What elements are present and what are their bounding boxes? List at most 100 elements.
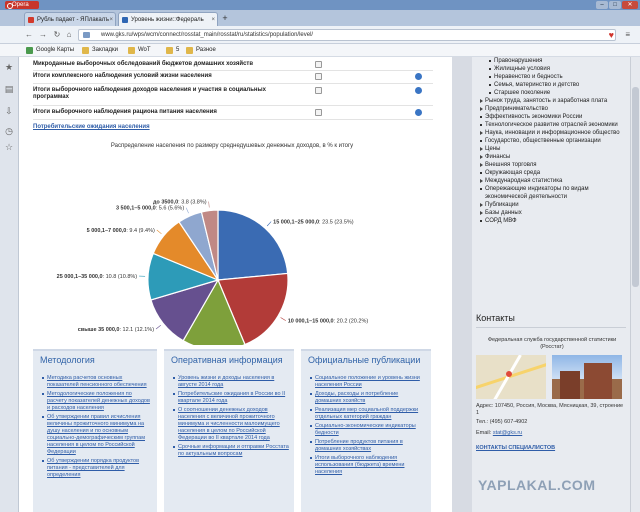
opera-menu-button[interactable]: Opera [5, 1, 39, 9]
publication-link[interactable]: Социально-экономические индикаторы бедно… [310, 423, 426, 437]
close-tab-icon[interactable]: × [211, 13, 215, 26]
menu-lines-icon[interactable]: ≡ [625, 30, 630, 40]
operational-link[interactable]: О соотношении денежных доходов населения… [173, 407, 289, 442]
downloads-icon[interactable]: ⇩ [3, 105, 15, 117]
methodology-link[interactable]: Методика расчетов основных показателей п… [42, 375, 152, 389]
publication-link[interactable]: Социальное положение и уровень жизни нас… [310, 375, 426, 389]
survey-item[interactable]: Итоги выборочного наблюдения доходов нас… [33, 87, 422, 101]
vertical-scrollbar[interactable] [630, 57, 640, 512]
panel-star-icon[interactable]: ☆ [3, 141, 15, 153]
browser-window: Opera – □ ✕ Рубль падает - ЯПлакалъ × Ур… [0, 0, 640, 512]
minimize-button[interactable]: – [596, 1, 608, 9]
bookmark-folder-wot[interactable]: WoT [128, 46, 151, 55]
nav-item[interactable]: Опережающие индикаторы по видам экономич… [478, 185, 626, 201]
publication-link[interactable]: Доходы, расходы и потребление домашних х… [310, 391, 426, 405]
nav-item[interactable]: Семья, материнство и детство [478, 81, 626, 89]
nav-item[interactable]: Жилищные условия [478, 65, 626, 73]
document-icon[interactable] [315, 73, 322, 80]
panel-title: Методология [40, 355, 95, 365]
survey-item[interactable]: Итоги комплексного наблюдения условий жи… [33, 73, 433, 80]
scrollbar-thumb[interactable] [632, 87, 639, 287]
nav-item[interactable]: СОРД МВФ [478, 217, 626, 225]
address-bar[interactable]: www.gks.ru/wps/wcm/connect/rosstat_main/… [78, 29, 616, 41]
specialists-contacts-link[interactable]: КОНТАКТЫ СПЕЦИАЛИСТОВ [476, 445, 555, 451]
tab-bar: Рубль падает - ЯПлакалъ × Уровень жизни:… [0, 10, 640, 26]
tab-label: Уровень жизни::Федераль [131, 17, 204, 23]
nav-item[interactable]: Предпринимательство [478, 105, 626, 113]
nav-item[interactable]: Правонарушения [478, 57, 626, 65]
organization-name: Федеральная служба государственной стати… [487, 337, 617, 350]
survey-item[interactable]: Микроданные выборочных обследований бюдж… [33, 61, 433, 68]
contacts-heading: Контакты [476, 313, 515, 323]
tab-yaplakal[interactable]: Рубль падает - ЯПлакалъ × [24, 12, 116, 26]
operational-link[interactable]: Потребительские ожидания в России во II … [173, 391, 289, 405]
bookmark-google-maps[interactable]: Google Карты [26, 46, 74, 55]
survey-item[interactable]: Итоги выборочного наблюдения рациона пит… [33, 109, 433, 116]
publication-link[interactable]: Реализация мер социальной поддержки отде… [310, 407, 426, 421]
slice-leader-line [208, 201, 210, 208]
info-icon[interactable] [415, 87, 422, 94]
info-icon[interactable] [415, 73, 422, 80]
site-info-icon[interactable] [83, 32, 90, 38]
bookmark-folder-misc[interactable]: Разное [186, 46, 216, 55]
nav-item[interactable]: Внешняя торговля [478, 161, 626, 169]
publication-link[interactable]: Итоги выборочного наблюдения использован… [310, 455, 426, 476]
bookmark-folder-bookmarks[interactable]: Закладки [82, 46, 118, 55]
publication-link[interactable]: Потребление продуктов питания в домашних… [310, 439, 426, 453]
nav-item[interactable]: Наука, инновации и информационное общест… [478, 129, 626, 137]
map-pin-icon [26, 47, 33, 54]
methodology-link[interactable]: Об утверждении правил исчисления величин… [42, 414, 152, 456]
nav-item[interactable]: Финансы [478, 153, 626, 161]
document-icon[interactable] [315, 109, 322, 116]
tab-label: Рубль падает - ЯПлакалъ [37, 17, 109, 23]
info-icon[interactable] [415, 109, 422, 116]
slice-label: свыше 35 000,0: 12.1 (12.1%) [78, 327, 154, 333]
folder-icon [128, 47, 135, 54]
home-icon[interactable]: ⌂ [64, 30, 74, 40]
email-link[interactable]: stat@gks.ru [493, 430, 522, 436]
tab-gks[interactable]: Уровень жизни::Федераль × [118, 12, 218, 26]
operational-link[interactable]: Уровень жизни и доходы населения в авгус… [173, 375, 289, 389]
divider [33, 70, 433, 71]
close-window-button[interactable]: ✕ [622, 1, 638, 9]
nav-item[interactable]: Неравенство и бедность [478, 73, 626, 81]
slice-leader-line [266, 221, 272, 227]
map-pin-icon [506, 371, 512, 377]
document-icon[interactable] [315, 61, 322, 68]
bookmark-folder-5[interactable]: 5 [166, 46, 179, 55]
nav-item[interactable]: Публикации [478, 201, 626, 209]
heart-icon[interactable]: ♥ [609, 30, 614, 40]
operational-link[interactable]: Срочные информации и отправки Росстата п… [173, 444, 289, 458]
reload-icon[interactable]: ↻ [52, 30, 62, 40]
methodology-link[interactable]: Об утверждении порядка продуктов питания… [42, 458, 152, 479]
back-arrow-icon[interactable]: ← [24, 30, 34, 40]
document-icon[interactable] [315, 87, 322, 94]
history-clock-icon[interactable]: ◷ [3, 125, 15, 137]
panel-operational-info: Оперативная информация Уровень жизни и д… [164, 349, 294, 512]
nav-item[interactable]: Технологическое развитие отраслей эконом… [478, 121, 626, 129]
nav-item[interactable]: Международная статистика [478, 177, 626, 185]
nav-item[interactable]: Окружающая среда [478, 169, 626, 177]
operational-list: Уровень жизни и доходы населения в авгус… [173, 375, 289, 460]
nav-item[interactable]: Базы данных [478, 209, 626, 217]
nav-item[interactable]: Рынок труда, занятость и заработная плат… [478, 97, 626, 105]
new-tab-button[interactable]: + [220, 12, 230, 24]
nav-item[interactable]: Цены [478, 145, 626, 153]
forward-arrow-icon[interactable]: → [38, 30, 48, 40]
divider [33, 83, 433, 84]
location-map[interactable] [476, 355, 546, 399]
yaplakal-favicon-icon [28, 17, 34, 23]
notes-icon[interactable]: ▤ [3, 83, 15, 95]
consumer-expectations-link[interactable]: Потребительские ожидания населения [33, 124, 150, 130]
nav-item[interactable]: Старшее поколение [478, 89, 626, 97]
methodology-link[interactable]: Методологические положения по расчету по… [42, 391, 152, 412]
address-text: Адрес: 107450, Россия, Москва, Мясницкая… [476, 403, 624, 416]
bookmarks-star-icon[interactable]: ★ [3, 61, 15, 73]
panel-official-publications: Официальные публикации Социальное положе… [301, 349, 431, 512]
nav-item[interactable]: Государство, общественные организации [478, 137, 626, 145]
maximize-button[interactable]: □ [609, 1, 621, 9]
opera-side-panel: ★ ▤ ⇩ ◷ ☆ [0, 57, 19, 512]
close-tab-icon[interactable]: × [109, 13, 113, 26]
title-bar: Opera – □ ✕ [0, 0, 640, 10]
nav-item[interactable]: Эффективность экономики России [478, 113, 626, 121]
